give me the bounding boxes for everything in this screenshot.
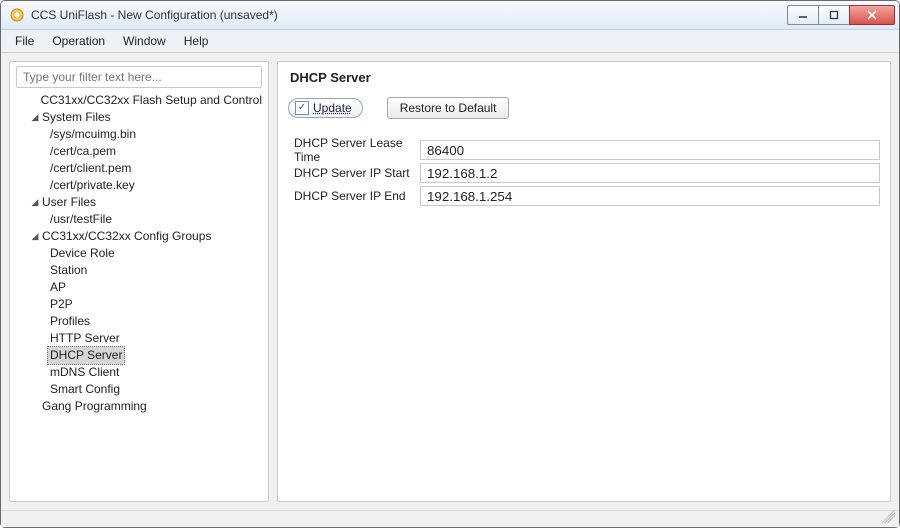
- filter-input[interactable]: [16, 66, 262, 88]
- tree-item[interactable]: P2P: [16, 296, 262, 313]
- main-panel: DHCP Server Update Restore to Default DH…: [277, 61, 891, 502]
- tree-item[interactable]: Station: [16, 262, 262, 279]
- tree-item-label: HTTP Server: [50, 330, 120, 347]
- setting-label: DHCP Server IP Start: [288, 166, 420, 180]
- settings-form: DHCP Server Lease Time DHCP Server IP Sta…: [288, 139, 880, 208]
- tree-item[interactable]: CC31xx/CC32xx Flash Setup and Control: [16, 92, 262, 109]
- resize-grip-icon[interactable]: [881, 509, 895, 523]
- setting-input[interactable]: [420, 140, 880, 160]
- tree-item-label: mDNS Client: [50, 364, 119, 381]
- update-button-label: Update: [313, 101, 352, 115]
- setting-row: DHCP Server IP End: [288, 184, 880, 208]
- update-button[interactable]: Update: [288, 98, 363, 118]
- menu-help[interactable]: Help: [176, 32, 217, 50]
- update-checkbox-icon: [295, 101, 309, 115]
- client-area: CC31xx/CC32xx Flash Setup and Control◢Sy…: [1, 53, 899, 510]
- tree-item-label: Gang Programming: [42, 398, 147, 415]
- tree-item-label: Profiles: [50, 313, 90, 330]
- tree-item-label: System Files: [42, 109, 111, 126]
- tree-item[interactable]: ◢CC31xx/CC32xx Config Groups: [16, 228, 262, 245]
- restore-default-button[interactable]: Restore to Default: [387, 97, 510, 119]
- collapse-icon[interactable]: ◢: [30, 194, 40, 211]
- menu-window[interactable]: Window: [115, 32, 174, 50]
- app-window: CCS UniFlash - New Configuration (unsave…: [0, 0, 900, 528]
- collapse-icon[interactable]: ◢: [30, 228, 40, 245]
- tree-item[interactable]: mDNS Client: [16, 364, 262, 381]
- setting-input[interactable]: [420, 186, 880, 206]
- titlebar: CCS UniFlash - New Configuration (unsave…: [1, 1, 899, 30]
- tree-item[interactable]: Profiles: [16, 313, 262, 330]
- tree-item-label: Device Role: [50, 245, 115, 262]
- setting-label: DHCP Server IP End: [288, 189, 420, 203]
- tree-item-label: P2P: [50, 296, 73, 313]
- tree-item[interactable]: /cert/private.key: [16, 177, 262, 194]
- tree-item[interactable]: /cert/ca.pem: [16, 143, 262, 160]
- tree-item-label: CC31xx/CC32xx Flash Setup and Control: [41, 92, 262, 109]
- tree-item[interactable]: Device Role: [16, 245, 262, 262]
- collapse-icon[interactable]: ◢: [30, 109, 40, 126]
- maximize-button[interactable]: [818, 5, 850, 25]
- tree-item-label: /cert/client.pem: [50, 160, 131, 177]
- nav-tree: CC31xx/CC32xx Flash Setup and Control◢Sy…: [16, 92, 262, 415]
- menu-operation[interactable]: Operation: [44, 32, 113, 50]
- tree-item[interactable]: HTTP Server: [16, 330, 262, 347]
- tree-item-label: /cert/private.key: [50, 177, 135, 194]
- page-title: DHCP Server: [290, 70, 880, 85]
- tree-item[interactable]: DHCP Server: [16, 347, 262, 364]
- tree-item[interactable]: ◢User Files: [16, 194, 262, 211]
- tree-item[interactable]: AP: [16, 279, 262, 296]
- tree-item-label: /usr/testFile: [50, 211, 112, 228]
- tree-item[interactable]: /cert/client.pem: [16, 160, 262, 177]
- tree-item[interactable]: Gang Programming: [16, 398, 262, 415]
- window-controls: [788, 5, 895, 25]
- tree-item-label: User Files: [42, 194, 96, 211]
- tree-item-label: Smart Config: [50, 381, 120, 398]
- minimize-button[interactable]: [787, 5, 819, 25]
- sidebar-panel: CC31xx/CC32xx Flash Setup and Control◢Sy…: [9, 61, 269, 502]
- tree-item-label: CC31xx/CC32xx Config Groups: [42, 228, 211, 245]
- tree-item[interactable]: /sys/mcuimg.bin: [16, 126, 262, 143]
- setting-input[interactable]: [420, 163, 880, 183]
- setting-label: DHCP Server Lease Time: [288, 136, 420, 164]
- statusbar: [1, 510, 899, 527]
- tree-item[interactable]: /usr/testFile: [16, 211, 262, 228]
- app-icon: [9, 7, 25, 23]
- setting-row: DHCP Server Lease Time: [288, 138, 880, 162]
- tree-item[interactable]: ◢System Files: [16, 109, 262, 126]
- tree-item[interactable]: Smart Config: [16, 381, 262, 398]
- tree-item-label: /sys/mcuimg.bin: [50, 126, 136, 143]
- tree-item-label: Station: [50, 262, 87, 279]
- menu-file[interactable]: File: [7, 32, 42, 50]
- tree-item-label: DHCP Server: [47, 346, 125, 365]
- window-title: CCS UniFlash - New Configuration (unsave…: [31, 8, 278, 22]
- menubar: File Operation Window Help: [1, 30, 899, 53]
- setting-row: DHCP Server IP Start: [288, 161, 880, 185]
- tree-item-label: AP: [50, 279, 66, 296]
- tree-item-label: /cert/ca.pem: [50, 143, 116, 160]
- close-button[interactable]: [849, 5, 895, 25]
